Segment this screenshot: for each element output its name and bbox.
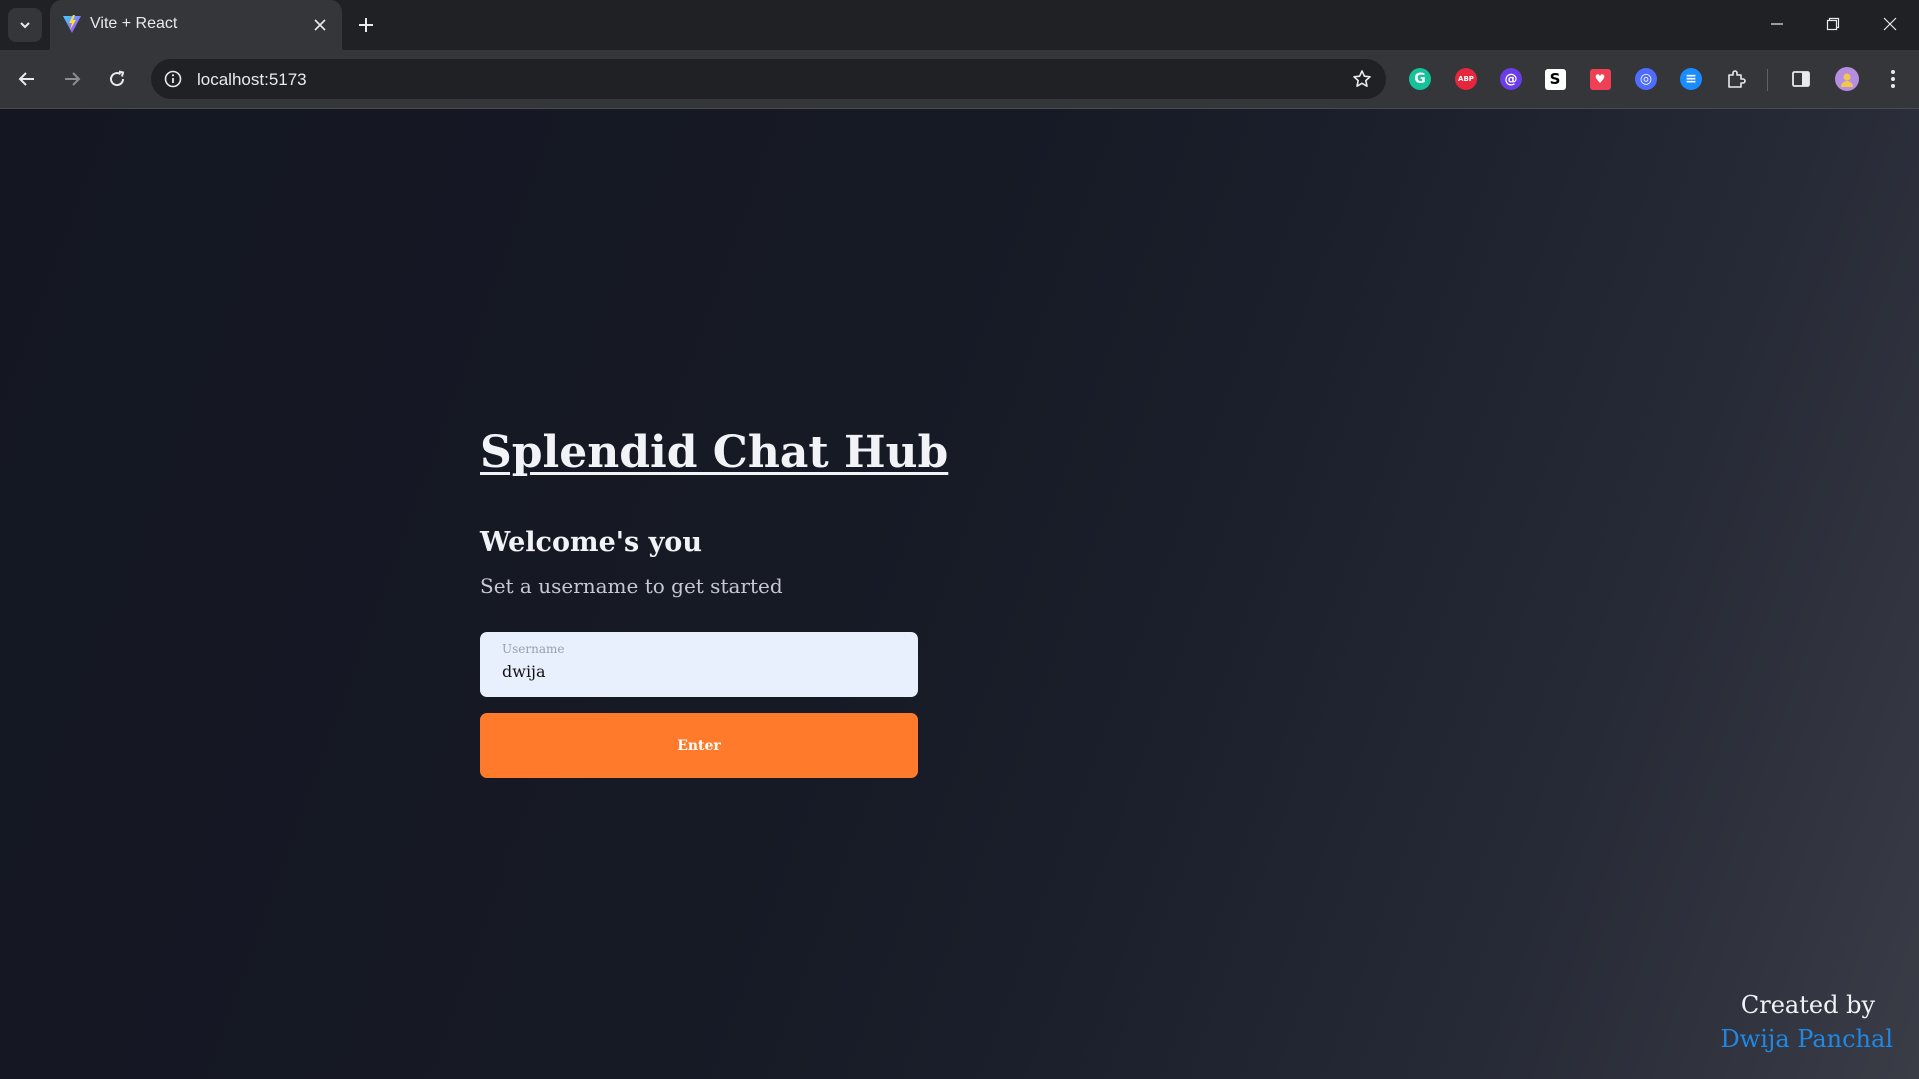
- page-content: Splendid Chat Hub Welcome's you Set a us…: [0, 109, 1919, 1079]
- reload-icon: [110, 70, 125, 87]
- close-icon: [1883, 17, 1897, 31]
- restore-icon: [1826, 17, 1840, 31]
- bookmark-button[interactable]: [1350, 67, 1374, 91]
- pocket-icon: ♥: [1589, 68, 1611, 90]
- extensions-menu-button[interactable]: [1721, 64, 1751, 94]
- extension-s-icon: S: [1544, 68, 1566, 90]
- address-bar-url: localhost:5173: [197, 70, 307, 89]
- browser-toolbar: localhost:5173 G ABP @ S ♥ ◎ ≡: [0, 50, 1919, 109]
- enter-button[interactable]: Enter: [480, 713, 918, 778]
- extension-swirl[interactable]: ◎: [1631, 64, 1661, 94]
- tab-close-button[interactable]: [308, 13, 332, 37]
- star-icon: [1353, 70, 1371, 87]
- username-input[interactable]: [502, 662, 902, 681]
- close-icon: [314, 19, 326, 31]
- browser-menu-button[interactable]: [1878, 64, 1908, 94]
- extension-list-icon: ≡: [1680, 68, 1702, 90]
- restore-button[interactable]: [1809, 6, 1857, 42]
- back-button[interactable]: [10, 62, 44, 96]
- side-panel-icon: [1792, 71, 1810, 87]
- profile-button[interactable]: [1832, 64, 1862, 94]
- plus-icon: [359, 18, 373, 32]
- new-tab-button[interactable]: [352, 11, 380, 39]
- site-info-button[interactable]: [161, 67, 185, 91]
- footer-credit: Created by Dwija Panchal: [1720, 988, 1893, 1056]
- extension-s[interactable]: S: [1540, 64, 1570, 94]
- pocket-extension[interactable]: ♥: [1585, 64, 1615, 94]
- arrow-right-icon: [65, 72, 81, 86]
- avatar-icon: [1841, 73, 1853, 87]
- puzzle-icon: [1728, 70, 1746, 88]
- welcome-heading: Welcome's you: [480, 527, 702, 558]
- username-label: Username: [502, 642, 565, 656]
- grammarly-icon: G: [1409, 68, 1431, 90]
- forward-button[interactable]: [55, 62, 89, 96]
- minimize-icon: [1771, 23, 1783, 25]
- app-title: Splendid Chat Hub: [480, 427, 949, 478]
- extension-w[interactable]: @: [1496, 64, 1526, 94]
- more-vertical-icon: [1891, 70, 1895, 88]
- tab-strip: Vite + React: [0, 0, 1919, 50]
- avatar: [1835, 67, 1859, 91]
- username-field[interactable]: Username: [480, 632, 918, 697]
- vite-logo-icon: [63, 15, 81, 33]
- tab-title: Vite + React: [90, 15, 178, 32]
- chevron-down-icon: [20, 22, 30, 29]
- minimize-button[interactable]: [1753, 6, 1801, 42]
- tab-active[interactable]: Vite + React: [50, 0, 342, 50]
- address-bar[interactable]: localhost:5173: [151, 59, 1386, 99]
- toolbar-divider: [1767, 69, 1768, 91]
- close-window-button[interactable]: [1866, 6, 1914, 42]
- adblock-plus-extension[interactable]: ABP: [1451, 64, 1481, 94]
- created-by-label: Created by: [1740, 991, 1875, 1019]
- tab-search-button[interactable]: [8, 8, 42, 42]
- reload-button[interactable]: [100, 62, 134, 96]
- author-link[interactable]: Dwija Panchal: [1720, 1022, 1893, 1056]
- extension-w-icon: @: [1500, 68, 1522, 90]
- grammarly-extension[interactable]: G: [1405, 64, 1435, 94]
- info-icon: [164, 70, 182, 88]
- side-panel-button[interactable]: [1786, 64, 1816, 94]
- browser-chrome: Vite + React localhost:5173 G ABP @ S ♥ …: [0, 0, 1919, 109]
- adblock-plus-icon: ABP: [1455, 68, 1477, 90]
- extension-list[interactable]: ≡: [1676, 64, 1706, 94]
- extension-swirl-icon: ◎: [1635, 68, 1657, 90]
- arrow-left-icon: [18, 72, 34, 86]
- subtitle: Set a username to get started: [480, 574, 783, 598]
